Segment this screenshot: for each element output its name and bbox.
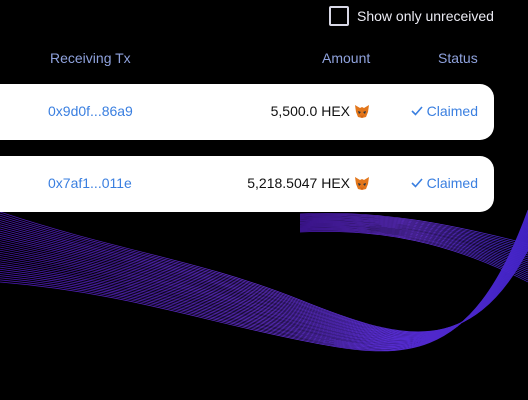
show-only-unreceived-toggle[interactable]: Show only unreceived [329,6,494,26]
wave-line [0,211,528,333]
status-label: Claimed [426,175,478,191]
wave-line [299,227,528,275]
metamask-fox-icon[interactable] [354,103,370,119]
status-label: Claimed [426,103,478,119]
metamask-fox-icon[interactable] [354,175,370,191]
column-header-status: Status [438,50,478,66]
check-icon [411,178,423,188]
amount-cell: 5,218.5047 HEX [247,175,370,191]
status-cell: Claimed [410,103,478,119]
status-cell: Claimed [410,175,478,191]
wave-line [299,225,528,271]
receiving-tx-link[interactable]: 0x7af1...011e [48,175,132,191]
column-header-receiving-tx: Receiving Tx [50,50,131,66]
table-row: 0x9d0f...86a9 5,500.0 HEX Claimed [0,84,494,140]
amount-value: 5,218.5047 HEX [247,175,350,191]
check-icon [411,106,423,116]
table-row: 0x7af1...011e 5,218.5047 HEX Claimed [0,156,494,212]
wave-line [0,215,528,334]
wave-line [0,232,528,340]
amount-cell: 5,500.0 HEX [271,103,370,119]
wave-line [299,226,528,273]
wave-line [299,229,528,279]
unreceived-checkbox[interactable] [329,6,349,26]
amount-value: 5,500.0 HEX [270,103,350,119]
receiving-tx-link[interactable]: 0x9d0f...86a9 [48,103,133,119]
filter-label: Show only unreceived [357,8,494,24]
column-header-amount: Amount [322,50,371,66]
